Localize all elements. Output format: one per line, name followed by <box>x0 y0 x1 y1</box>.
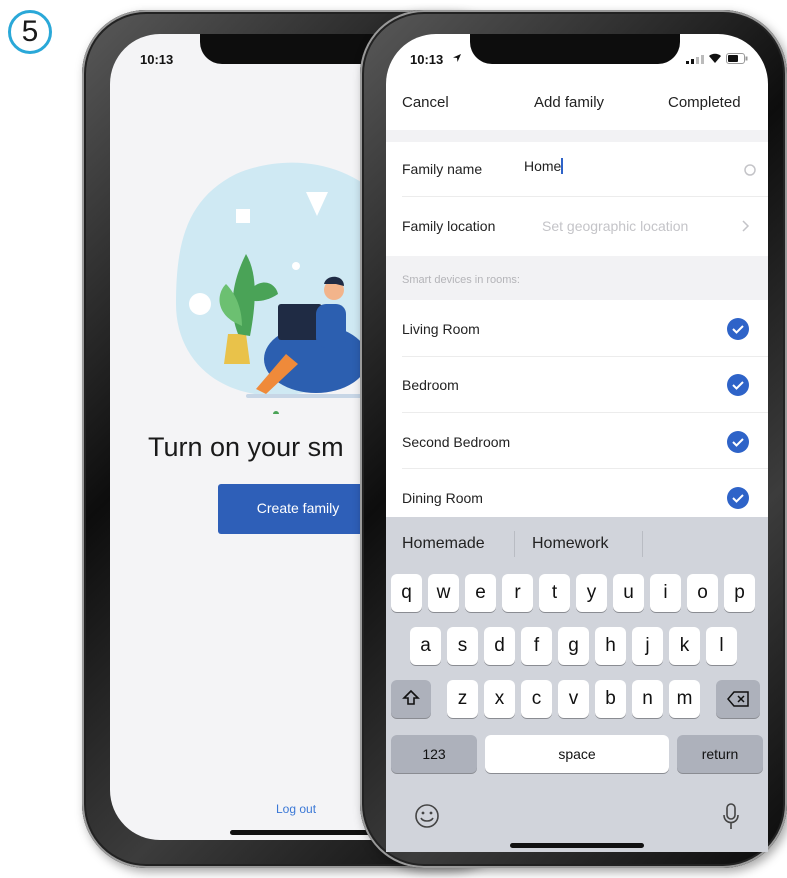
keyboard: Homemade Homework q w e r t y u i o p a … <box>386 517 768 852</box>
shift-icon <box>402 689 420 705</box>
key[interactable]: m <box>669 680 700 718</box>
key[interactable]: f <box>521 627 552 665</box>
key[interactable]: j <box>632 627 663 665</box>
row-divider <box>402 356 768 357</box>
nav-title: Add family <box>534 94 605 111</box>
key[interactable]: v <box>558 680 589 718</box>
numbers-key[interactable]: 123 <box>391 735 477 773</box>
key[interactable]: h <box>595 627 626 665</box>
family-name-value: Home <box>524 158 562 174</box>
status-time: 10:13 <box>410 52 444 67</box>
emoji-icon[interactable] <box>414 803 440 829</box>
family-location-field[interactable]: Set geographic location <box>542 218 688 234</box>
rooms-header: Smart devices in rooms: <box>402 274 520 286</box>
suggestion-divider <box>642 531 643 557</box>
return-key[interactable]: return <box>677 735 763 773</box>
room-label: Bedroom <box>402 377 459 393</box>
key[interactable]: t <box>539 574 570 612</box>
key[interactable]: i <box>650 574 681 612</box>
space-key[interactable]: space <box>485 735 669 773</box>
key[interactable]: b <box>595 680 626 718</box>
location-arrow-icon <box>453 54 461 62</box>
check-icon[interactable] <box>727 374 749 396</box>
signal-icon <box>686 55 704 64</box>
heading-text: Turn on your sm <box>148 432 344 462</box>
step-badge: 5 <box>8 10 52 54</box>
backspace-icon <box>727 691 749 707</box>
key[interactable]: n <box>632 680 663 718</box>
key[interactable]: r <box>502 574 533 612</box>
key[interactable]: a <box>410 627 441 665</box>
section-separator <box>386 130 768 142</box>
home-indicator <box>230 830 370 835</box>
row-divider <box>402 468 768 469</box>
wifi-icon <box>709 53 721 63</box>
row-divider <box>402 412 768 413</box>
cancel-button[interactable]: Cancel <box>402 94 449 111</box>
clear-icon[interactable] <box>744 164 756 176</box>
suggestion-divider <box>514 531 515 557</box>
key[interactable]: l <box>706 627 737 665</box>
status-time: 10:13 <box>140 52 174 67</box>
check-icon[interactable] <box>727 487 749 509</box>
key[interactable]: w <box>428 574 459 612</box>
room-label: Living Room <box>402 321 480 337</box>
key[interactable]: p <box>724 574 755 612</box>
battery-icon <box>726 53 748 64</box>
logout-link[interactable]: Log out <box>276 802 316 816</box>
family-name-label: Family name <box>402 161 483 177</box>
text-cursor <box>561 158 564 174</box>
home-indicator <box>510 843 644 848</box>
create-family-button[interactable]: Create family <box>218 484 378 534</box>
key[interactable]: y <box>576 574 607 612</box>
completed-button[interactable]: Completed <box>668 94 741 111</box>
key[interactable]: g <box>558 627 589 665</box>
key[interactable]: k <box>669 627 700 665</box>
room-label: Second Bedroom <box>402 434 511 450</box>
suggestion-item[interactable]: Homemade <box>402 535 485 553</box>
key[interactable]: c <box>521 680 552 718</box>
backspace-key[interactable] <box>716 680 760 718</box>
key[interactable]: z <box>447 680 478 718</box>
chevron-right-icon <box>742 220 750 232</box>
front-phone-notch <box>470 34 680 64</box>
key[interactable]: e <box>465 574 496 612</box>
check-icon[interactable] <box>727 318 749 340</box>
room-label: Dining Room <box>402 490 483 506</box>
family-location-label: Family location <box>402 218 496 234</box>
family-name-input[interactable]: Home <box>524 158 744 180</box>
shift-key[interactable] <box>391 680 431 718</box>
key[interactable]: s <box>447 627 478 665</box>
key[interactable]: q <box>391 574 422 612</box>
suggestion-item[interactable]: Homework <box>532 535 608 553</box>
check-icon[interactable] <box>727 431 749 453</box>
key[interactable]: d <box>484 627 515 665</box>
key[interactable]: u <box>613 574 644 612</box>
key[interactable]: o <box>687 574 718 612</box>
key[interactable]: x <box>484 680 515 718</box>
row-divider <box>402 196 768 197</box>
microphone-icon[interactable] <box>722 803 740 831</box>
